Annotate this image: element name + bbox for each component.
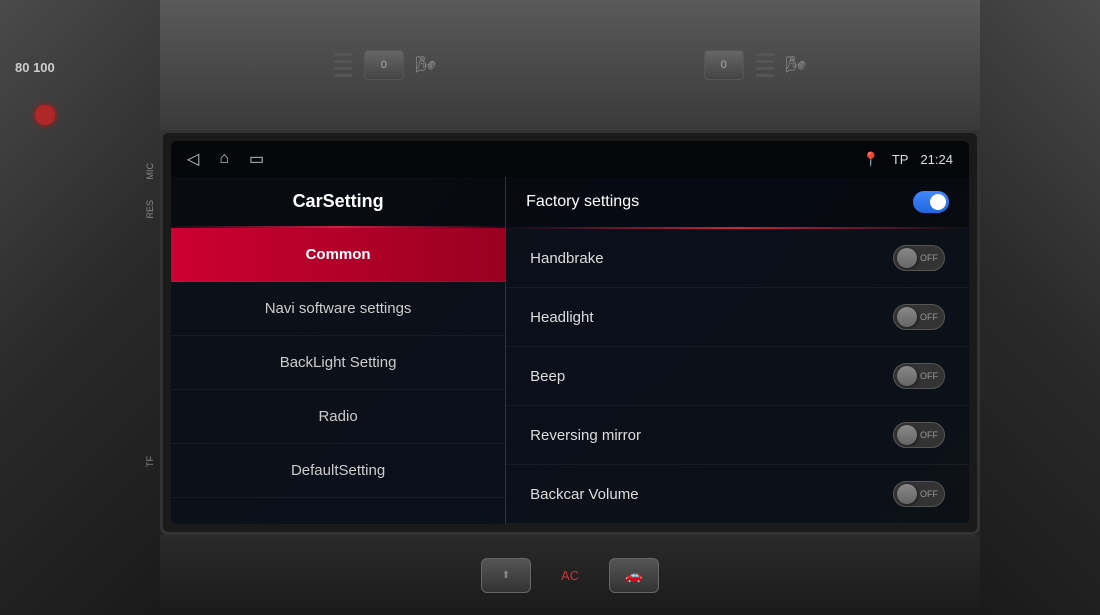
handbrake-toggle-label: OFF — [920, 253, 938, 263]
menu-item-radio[interactable]: Radio — [171, 390, 505, 444]
left-panel: CarSetting Common Navi software settings… — [171, 177, 506, 524]
vent-right — [756, 40, 774, 90]
headlight-row: Headlight OFF — [506, 288, 969, 347]
beep-row: Beep OFF — [506, 347, 969, 406]
reversing-mirror-toggle-label: OFF — [920, 430, 938, 440]
vent-group-left: 0 🌬 — [334, 40, 436, 90]
status-bar: ◁ ⌂ ▭ 📍 TP 21:24 — [171, 141, 969, 177]
status-right: 📍 TP 21:24 — [862, 151, 953, 168]
infotainment-screen: ◁ ⌂ ▭ 📍 TP 21:24 CarSetting Common — [171, 141, 969, 524]
vent-knob-right[interactable]: 0 — [704, 50, 744, 80]
headlight-toggle-label: OFF — [920, 312, 938, 322]
menu-item-common[interactable]: Common — [171, 228, 505, 282]
beep-toggle[interactable]: OFF — [893, 363, 945, 389]
headlight-toggle[interactable]: OFF — [893, 304, 945, 330]
reversing-mirror-toggle[interactable]: OFF — [893, 422, 945, 448]
headlight-toggle-knob — [897, 307, 917, 327]
menu-item-backlight[interactable]: BackLight Setting — [171, 336, 505, 390]
backcar-volume-toggle-label: OFF — [920, 489, 938, 499]
headlight-label: Headlight — [530, 309, 593, 326]
recent-apps-button[interactable]: ▭ — [249, 149, 264, 169]
backcar-volume-toggle[interactable]: OFF — [893, 481, 945, 507]
navigation-buttons: ◁ ⌂ ▭ — [187, 149, 264, 169]
menu-item-default[interactable]: DefaultSetting — [171, 444, 505, 498]
vent-icon-left: 🌬 — [416, 55, 436, 75]
res-label: RES — [145, 200, 155, 219]
vent-group-right: 0 🌬 — [704, 40, 806, 90]
bottom-controls: ⬆ AC 🚗 — [160, 535, 980, 615]
bottom-btn-2[interactable]: 🚗 — [609, 558, 659, 593]
handbrake-toggle[interactable]: OFF — [893, 245, 945, 271]
handbrake-toggle-knob — [897, 248, 917, 268]
tf-label: TF — [145, 456, 155, 467]
factory-settings-header: Factory settings — [506, 177, 969, 227]
back-button[interactable]: ◁ — [187, 149, 199, 169]
location-text: TP — [892, 152, 909, 167]
speedometer: 80 100 — [15, 60, 55, 75]
settings-list: Handbrake OFF Headlight OFF — [506, 229, 969, 524]
handbrake-label: Handbrake — [530, 250, 603, 267]
reversing-mirror-row: Reversing mirror OFF — [506, 406, 969, 465]
beep-toggle-knob — [897, 366, 917, 386]
mic-label: MIC — [145, 163, 155, 180]
right-panel: Factory settings Handbrake OFF Headlight — [506, 177, 969, 524]
location-icon: 📍 — [862, 151, 879, 168]
dashboard-left: 80 100 — [0, 0, 160, 615]
ac-label: AC — [561, 568, 579, 583]
car-setting-header: CarSetting — [171, 177, 505, 226]
menu-item-navi[interactable]: Navi software settings — [171, 282, 505, 336]
reversing-mirror-toggle-knob — [897, 425, 917, 445]
factory-settings-toggle[interactable] — [913, 191, 949, 213]
reversing-mirror-label: Reversing mirror — [530, 427, 641, 444]
backcar-volume-row: Backcar Volume OFF — [506, 465, 969, 524]
vent-knob-left[interactable]: 0 — [364, 50, 404, 80]
beep-toggle-label: OFF — [920, 371, 938, 381]
handbrake-row: Handbrake OFF — [506, 229, 969, 288]
home-button[interactable]: ⌂ — [219, 150, 229, 168]
clock: 21:24 — [920, 152, 953, 167]
menu-items-list: Common Navi software settings BackLight … — [171, 228, 505, 524]
bottom-btn-1[interactable]: ⬆ — [481, 558, 531, 593]
main-content: CarSetting Common Navi software settings… — [171, 177, 969, 524]
vent-icon-right: 🌬 — [786, 55, 806, 75]
dashboard-right — [980, 0, 1100, 615]
backcar-volume-toggle-knob — [897, 484, 917, 504]
vent-left — [334, 40, 352, 90]
top-vent-area: 0 🌬 0 🌬 — [160, 0, 980, 130]
warning-light — [35, 105, 55, 125]
backcar-volume-label: Backcar Volume — [530, 486, 638, 503]
center-console: MIC RES TF ◁ ⌂ ▭ 📍 TP 21:24 CarSetting — [160, 130, 980, 535]
beep-label: Beep — [530, 368, 565, 385]
